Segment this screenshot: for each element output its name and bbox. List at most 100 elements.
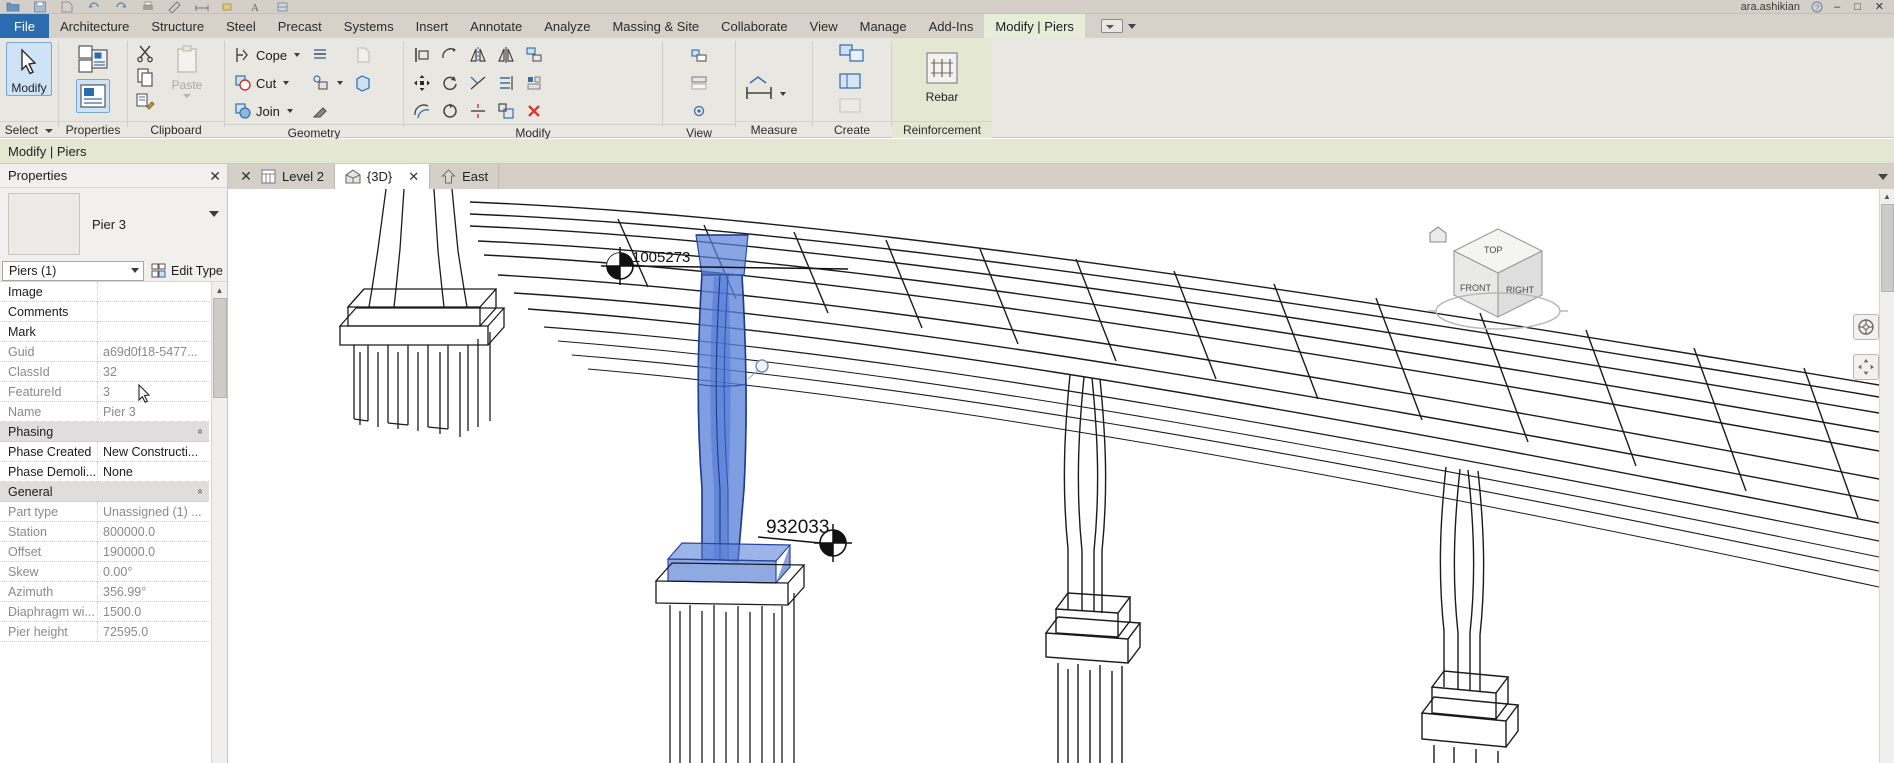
table-row[interactable]: Phase Created New Constructi...: [0, 442, 209, 462]
rotate-row[interactable]: [438, 70, 462, 96]
scrollbar-thumb[interactable]: [1881, 204, 1894, 292]
copy-move-row[interactable]: [522, 42, 546, 68]
measure-icon[interactable]: [168, 1, 182, 13]
view-tab-overflow[interactable]: [1878, 164, 1894, 189]
chevron-down-icon[interactable]: [294, 53, 300, 57]
canvas-vertical-scrollbar[interactable]: ▲: [1879, 189, 1894, 763]
drawing-canvas[interactable]: 1005273 932033 TOP: [228, 189, 1879, 763]
shape-handle-row[interactable]: [351, 70, 375, 96]
rebar-button[interactable]: Rebar: [912, 46, 972, 104]
trim-extend-row[interactable]: [466, 70, 490, 96]
scrollbar-thumb[interactable]: [213, 298, 227, 398]
collapse-icon[interactable]: «: [195, 429, 206, 435]
offset-row[interactable]: [410, 98, 434, 124]
scroll-up-icon[interactable]: ▲: [212, 282, 227, 298]
ribbon-tab-structure[interactable]: Structure: [140, 14, 215, 38]
measure-between-icon[interactable]: [742, 70, 776, 104]
minimize-button[interactable]: –: [1834, 1, 1840, 13]
chevron-down-icon[interactable]: [780, 92, 786, 96]
hide-element-row[interactable]: [687, 42, 711, 68]
text-icon[interactable]: A: [249, 1, 263, 13]
align-row[interactable]: [410, 42, 434, 68]
create-assembly-icon[interactable]: [836, 95, 868, 117]
paint-row[interactable]: [308, 98, 345, 124]
ribbon-tab-analyze[interactable]: Analyze: [533, 14, 601, 38]
view-tab-3d[interactable]: {3D} ✕: [335, 164, 430, 189]
view-tab-east[interactable]: East: [430, 164, 499, 189]
table-row[interactable]: Image: [0, 282, 209, 302]
ribbon-tab-modify-piers[interactable]: Modify | Piers: [984, 14, 1085, 38]
edit-type-button[interactable]: Edit Type: [150, 263, 223, 279]
pin-row[interactable]: [522, 70, 546, 96]
create-group-icon[interactable]: [836, 41, 868, 69]
properties-panel-icon[interactable]: [76, 42, 110, 76]
ribbon-tab-systems[interactable]: Systems: [333, 14, 405, 38]
close-icon[interactable]: ✕: [209, 169, 221, 183]
maximize-button[interactable]: □: [1854, 1, 1861, 13]
steering-wheel-button[interactable]: [1853, 314, 1879, 340]
view-tab-level-2[interactable]: ✕ Level 2: [228, 164, 335, 189]
ribbon-tab-add-ins[interactable]: Add-Ins: [918, 14, 985, 38]
help-icon[interactable]: ?: [1810, 1, 1824, 13]
ribbon-tab-file[interactable]: File: [0, 14, 49, 38]
override-graphics-row[interactable]: [687, 70, 711, 96]
chevron-down-icon[interactable]: [337, 81, 343, 85]
property-group-general[interactable]: General «: [0, 482, 209, 502]
ribbon-tab-insert[interactable]: Insert: [405, 14, 460, 38]
create-part-icon[interactable]: [836, 70, 868, 94]
chevron-down-icon[interactable]: [287, 109, 293, 113]
undo-icon[interactable]: [87, 1, 101, 13]
close-icon[interactable]: ✕: [238, 169, 254, 185]
ribbon-tab-architecture[interactable]: Architecture: [49, 14, 140, 38]
mirror-draw-axis-row[interactable]: [494, 42, 518, 68]
match-type-icon[interactable]: [134, 90, 156, 112]
scale-row[interactable]: [494, 98, 518, 124]
reveal-hidden-row[interactable]: [687, 98, 711, 124]
cope-row[interactable]: Cope: [231, 42, 302, 68]
property-value[interactable]: None: [98, 465, 209, 479]
property-value[interactable]: New Constructi...: [98, 445, 209, 459]
pan-zoom-button[interactable]: [1853, 354, 1879, 380]
copy-icon[interactable]: [134, 66, 156, 88]
redo-icon[interactable]: [114, 1, 128, 13]
ribbon-tab-steel[interactable]: Steel: [215, 14, 267, 38]
ribbon-tab-precast[interactable]: Precast: [267, 14, 333, 38]
paste-button[interactable]: Paste: [160, 42, 214, 98]
category-combobox[interactable]: Piers (1): [2, 261, 144, 281]
type-properties-icon[interactable]: [76, 79, 110, 113]
offset-tool-row[interactable]: [438, 42, 462, 68]
ribbon-tab-massing-site[interactable]: Massing & Site: [601, 14, 710, 38]
select-panel-dropdown-icon[interactable]: [45, 129, 53, 133]
close-button[interactable]: ✕: [1875, 1, 1884, 13]
table-row[interactable]: Comments: [0, 302, 209, 322]
delete-row[interactable]: [522, 98, 546, 124]
print-icon[interactable]: [141, 1, 155, 13]
close-icon[interactable]: ✕: [408, 169, 419, 185]
collapse-icon[interactable]: «: [195, 489, 206, 495]
cut-row[interactable]: Cut: [231, 70, 302, 96]
ribbon-tab-view[interactable]: View: [799, 14, 849, 38]
save-as-icon[interactable]: [60, 1, 74, 13]
table-row[interactable]: Mark: [0, 322, 209, 342]
modify-button[interactable]: Modify: [6, 42, 52, 96]
ribbon-tab-annotate[interactable]: Annotate: [459, 14, 533, 38]
ribbon-tab-collaborate[interactable]: Collaborate: [710, 14, 799, 38]
cut-clipboard-icon[interactable]: [134, 42, 156, 64]
account-name[interactable]: ara.ashikian: [1741, 1, 1800, 13]
type-selector-dropdown[interactable]: [209, 217, 219, 232]
rotate-tool-row[interactable]: [438, 98, 462, 124]
type-selector[interactable]: Pier 3: [0, 188, 227, 260]
mirror-pick-axis-row[interactable]: [466, 42, 490, 68]
tag-icon[interactable]: [222, 1, 236, 13]
property-group-phasing[interactable]: Phasing «: [0, 422, 209, 442]
table-row[interactable]: Phase Demoli... None: [0, 462, 209, 482]
section-icon[interactable]: [276, 1, 290, 13]
split-face-row[interactable]: [308, 70, 345, 96]
split-row[interactable]: [466, 98, 490, 124]
demolish-row[interactable]: [308, 42, 345, 68]
scroll-up-icon[interactable]: ▲: [1880, 189, 1894, 204]
open-icon[interactable]: [6, 1, 20, 13]
chevron-down-icon[interactable]: [283, 81, 289, 85]
aligned-dimension-icon[interactable]: [195, 1, 209, 13]
ribbon-display-options[interactable]: [1095, 14, 1142, 38]
